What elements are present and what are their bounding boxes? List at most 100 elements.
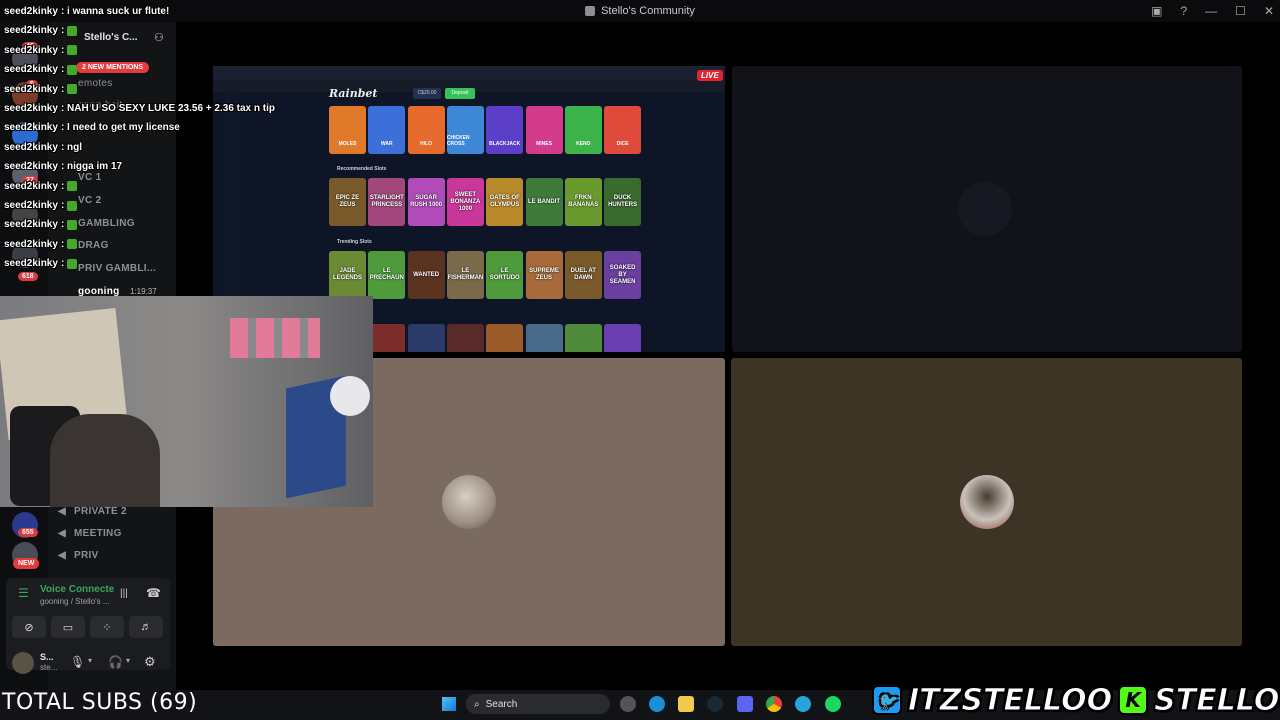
- microphone-icon[interactable]: 🎙: [70, 655, 85, 669]
- headphones-icon[interactable]: 🎧: [108, 655, 123, 669]
- rainbet-logo: Rainbet: [329, 87, 378, 100]
- posters-prop: [230, 318, 320, 358]
- channel-meeting[interactable]: ◀ MEETING: [58, 528, 122, 539]
- settings-icon[interactable]: ⚙: [144, 654, 156, 670]
- chat-message: seed2kinky:: [4, 44, 78, 56]
- screen-share-button[interactable]: ▭: [51, 616, 85, 638]
- activities-button[interactable]: ⁘: [90, 616, 124, 638]
- twitter-handle: ITZSTELLOO: [907, 682, 1113, 718]
- emote-icon: [67, 181, 78, 192]
- file-explorer-icon[interactable]: [678, 696, 694, 712]
- taskbar-search[interactable]: ⌕ Search: [466, 694, 610, 714]
- slot-card: LE SORTUDO: [486, 251, 524, 299]
- live-badge: LIVE: [697, 70, 723, 81]
- slot-card: DUEL AT DAWN: [564, 251, 602, 299]
- chat-message: seed2kinky:: [4, 258, 78, 270]
- disconnect-icon[interactable]: ☎: [146, 586, 161, 600]
- soundboard-button[interactable]: ♬: [129, 616, 163, 638]
- participant-tile[interactable]: [732, 66, 1242, 352]
- windows-start-icon[interactable]: [442, 697, 456, 711]
- close-button[interactable]: ✕: [1264, 4, 1274, 18]
- deposit-button: Deposit: [445, 88, 475, 99]
- discord-icon[interactable]: [737, 696, 753, 712]
- minimize-button[interactable]: —: [1205, 4, 1217, 18]
- original-game-card: MINES: [525, 106, 563, 154]
- kick-handle: STELLOOO: [1154, 682, 1280, 718]
- channel-label: MEETING: [74, 528, 122, 539]
- steam-icon[interactable]: [707, 696, 723, 712]
- chat-username: seed2kinky: [4, 6, 58, 17]
- emote-icon: [67, 84, 78, 95]
- voice-channel[interactable]: gooning / Stello's ...: [40, 597, 110, 606]
- chrome-icon[interactable]: [766, 696, 782, 712]
- chat-text: :: [60, 25, 65, 37]
- inbox-icon[interactable]: ▣: [1151, 4, 1162, 18]
- avatar[interactable]: [12, 652, 34, 674]
- emote-icon: [67, 45, 78, 56]
- chat-username: seed2kinky: [4, 141, 58, 153]
- kick-icon: K: [1118, 685, 1149, 715]
- settings-app-icon[interactable]: [620, 696, 636, 712]
- search-placeholder: Search: [485, 698, 518, 710]
- telegram-icon[interactable]: [795, 696, 811, 712]
- twitter-icon: 🐦: [872, 685, 902, 715]
- slot-card: SOAKED BY SEAMEN: [604, 251, 642, 299]
- slot-card: [407, 324, 445, 352]
- participant-avatar: [442, 475, 496, 529]
- user-status: ste...: [40, 663, 58, 672]
- person: [50, 414, 160, 507]
- chat-overlay: seed2kinky: i wanna suck ur flute! seed2k…: [4, 6, 294, 296]
- chat-text: : NAH U SO SEXY LUKE 23.56 + 2.36 tax n …: [60, 103, 275, 114]
- chat-username: seed2kinky: [4, 258, 58, 270]
- chat-text: : nigga im 17: [60, 161, 123, 173]
- emote-icon: [67, 25, 78, 36]
- webcam-overlay: [0, 296, 373, 507]
- chat-message: seed2kinky: NAH U SO SEXY LUKE 23.56 + 2…: [4, 103, 275, 114]
- edge-icon[interactable]: [649, 696, 665, 712]
- slot-card: WANTED: [407, 251, 445, 299]
- original-game-card: CHICKEN CROSS: [446, 106, 484, 154]
- maximize-button[interactable]: ☐: [1235, 4, 1246, 18]
- chat-message: seed2kinky:: [4, 238, 78, 250]
- chat-text: : ngl: [60, 141, 83, 153]
- chat-message: seed2kinky:: [4, 25, 78, 37]
- participant-avatar: [960, 475, 1014, 529]
- emote-icon: [67, 219, 78, 230]
- noise-suppression-icon[interactable]: |||: [120, 588, 128, 599]
- slot-card: [486, 324, 524, 352]
- speaker-icon: ◀: [58, 505, 66, 517]
- channel-priv[interactable]: ◀ PRIV: [58, 550, 99, 561]
- slot-card: LE BANDIT: [525, 178, 563, 226]
- chat-username: seed2kinky: [4, 180, 58, 192]
- participant-tile[interactable]: [731, 358, 1242, 646]
- slot-card: [525, 324, 563, 352]
- window-title: Stello's Community: [601, 5, 695, 17]
- chat-message: seed2kinky:: [4, 200, 78, 211]
- original-game-card: MOLES: [329, 106, 366, 154]
- chat-username: seed2kinky: [4, 238, 58, 250]
- chat-message: seed2kinky:: [4, 84, 78, 95]
- original-game-card: KENO: [564, 106, 602, 154]
- camera-off-button[interactable]: ⊘: [12, 616, 46, 638]
- spotify-icon[interactable]: [825, 696, 841, 712]
- chat-username: seed2kinky: [4, 122, 58, 134]
- chevron-down-icon[interactable]: ▾: [126, 656, 130, 665]
- voice-status[interactable]: Voice Connecte: [40, 584, 114, 595]
- slot-card: [604, 324, 642, 352]
- slot-card: [368, 324, 406, 352]
- chat-text: :: [60, 44, 65, 56]
- discord-icon: [585, 6, 596, 16]
- emote-icon: [67, 258, 78, 269]
- emote-icon: [67, 200, 78, 211]
- user-name: S...: [40, 652, 54, 662]
- channel-private-2[interactable]: ◀ PRIVATE 2: [58, 506, 127, 517]
- slot-card: FRKN BANANAS: [564, 178, 602, 226]
- new-badge: NEW: [13, 558, 40, 569]
- help-icon[interactable]: ?: [1180, 4, 1187, 18]
- recommended-heading: Recommended Slots: [337, 166, 387, 172]
- total-subs-overlay: TOTAL SUBS (69): [2, 690, 198, 715]
- chat-message: seed2kinky: i wanna suck ur flute!: [4, 6, 169, 17]
- original-game-card: BLACKJACK: [486, 106, 524, 154]
- chevron-down-icon[interactable]: ▾: [88, 656, 92, 665]
- chat-username: seed2kinky: [4, 25, 58, 37]
